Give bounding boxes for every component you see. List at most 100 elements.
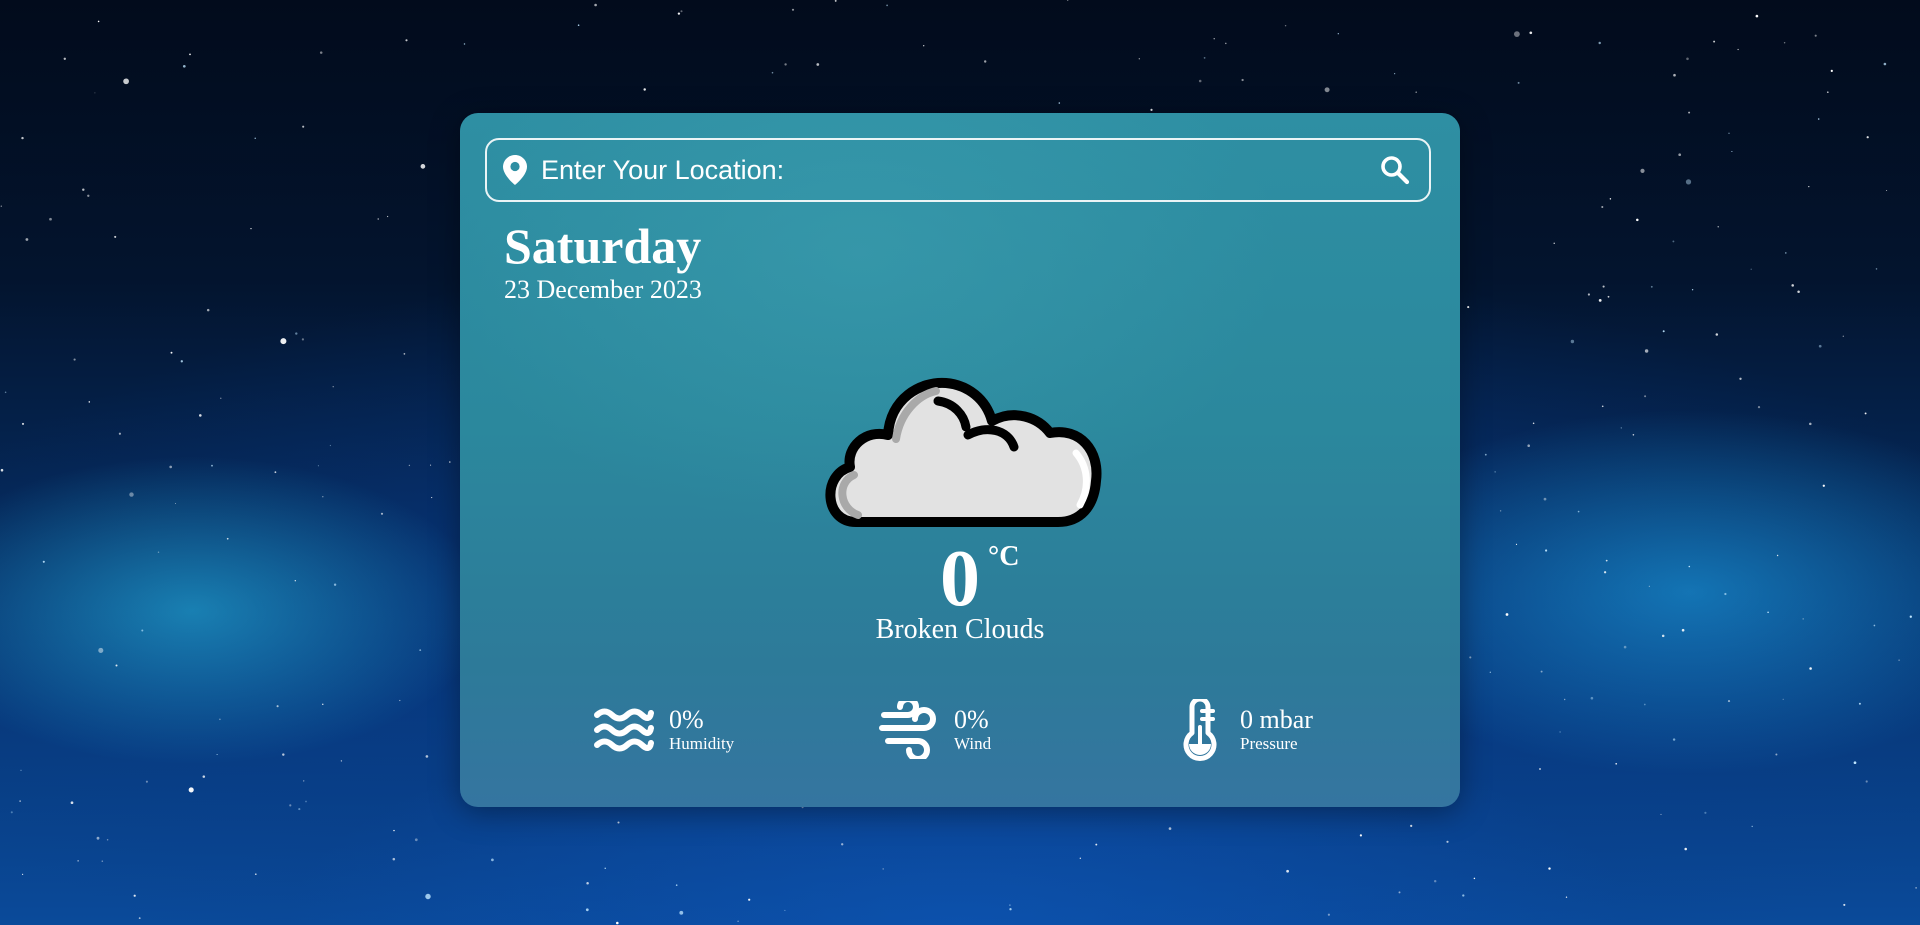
star <box>1731 150 1733 153</box>
star <box>1775 753 1778 756</box>
star <box>380 512 384 515</box>
pressure-stat: 0 mbar Pressure <box>1170 698 1313 762</box>
star <box>1715 333 1719 336</box>
star <box>333 583 337 586</box>
star <box>1717 226 1719 228</box>
star <box>1601 205 1604 209</box>
star <box>1587 293 1590 296</box>
star <box>226 537 229 540</box>
star <box>1337 33 1339 35</box>
star <box>206 308 210 312</box>
star <box>220 397 222 399</box>
star <box>42 560 45 563</box>
star <box>1570 339 1575 344</box>
star <box>1817 118 1820 120</box>
pressure-value: 0 mbar <box>1240 705 1313 734</box>
temperature-value: 0 °C <box>940 539 1019 619</box>
star <box>274 471 277 474</box>
search-icon[interactable] <box>1375 150 1415 190</box>
star <box>1532 422 1535 425</box>
star <box>82 188 85 191</box>
star <box>169 465 173 469</box>
star <box>1605 559 1608 562</box>
star <box>616 921 619 925</box>
star <box>1505 613 1509 616</box>
star <box>425 755 429 758</box>
star <box>21 873 24 876</box>
star <box>1499 510 1502 512</box>
star <box>133 894 136 897</box>
star <box>4 391 7 394</box>
star <box>1286 869 1289 873</box>
star <box>123 78 129 85</box>
star <box>1615 762 1618 765</box>
star <box>1539 768 1541 770</box>
star <box>1644 395 1647 398</box>
star <box>791 8 795 11</box>
weather-card: Saturday 23 December 2023 0 °C Broken Cl… <box>460 113 1460 807</box>
star <box>643 88 646 91</box>
star <box>1540 670 1543 673</box>
star <box>491 858 494 862</box>
star <box>923 45 925 47</box>
star <box>617 821 620 824</box>
broken-clouds-icon <box>818 377 1102 539</box>
star <box>21 136 24 140</box>
star <box>1875 268 1878 270</box>
star <box>1577 510 1580 513</box>
star <box>1489 671 1491 673</box>
star <box>182 64 186 68</box>
star <box>594 3 597 7</box>
humidity-stat: 0% Humidity <box>593 698 734 762</box>
star <box>1797 290 1800 293</box>
star <box>1672 240 1675 243</box>
star <box>816 63 820 66</box>
star <box>1830 69 1833 73</box>
star <box>377 218 379 220</box>
star <box>1359 834 1363 837</box>
star <box>1324 87 1330 93</box>
wind-label: Wind <box>954 734 992 754</box>
star <box>1691 289 1694 291</box>
star <box>1802 618 1804 620</box>
star <box>1865 780 1868 783</box>
water-waves-icon <box>593 698 659 762</box>
wind-value: 0% <box>954 705 989 734</box>
star <box>1673 73 1676 77</box>
star <box>97 20 100 23</box>
star <box>1203 57 1206 59</box>
star <box>585 908 589 912</box>
star <box>1590 696 1594 700</box>
star <box>1818 344 1822 348</box>
star <box>305 800 307 803</box>
star <box>1527 444 1530 447</box>
star <box>88 401 91 403</box>
star <box>1009 904 1011 906</box>
star <box>1662 330 1665 333</box>
star <box>784 909 786 911</box>
star <box>1462 894 1465 897</box>
star <box>280 338 287 345</box>
star <box>577 24 580 26</box>
star <box>1494 471 1496 473</box>
star <box>1727 700 1731 703</box>
star <box>680 10 683 13</box>
star <box>1603 571 1607 574</box>
star <box>1602 285 1605 288</box>
star <box>302 780 305 782</box>
star <box>737 920 739 923</box>
star <box>1241 78 1244 82</box>
star <box>1661 634 1665 638</box>
star <box>219 718 221 721</box>
star <box>70 801 74 805</box>
star <box>49 217 52 221</box>
star <box>1632 434 1635 436</box>
star <box>198 414 202 417</box>
location-input[interactable] <box>541 140 1375 200</box>
star <box>1553 242 1555 244</box>
star <box>96 836 100 840</box>
star <box>1168 827 1172 830</box>
star <box>1688 565 1691 568</box>
star <box>1644 349 1649 353</box>
star <box>604 867 606 869</box>
